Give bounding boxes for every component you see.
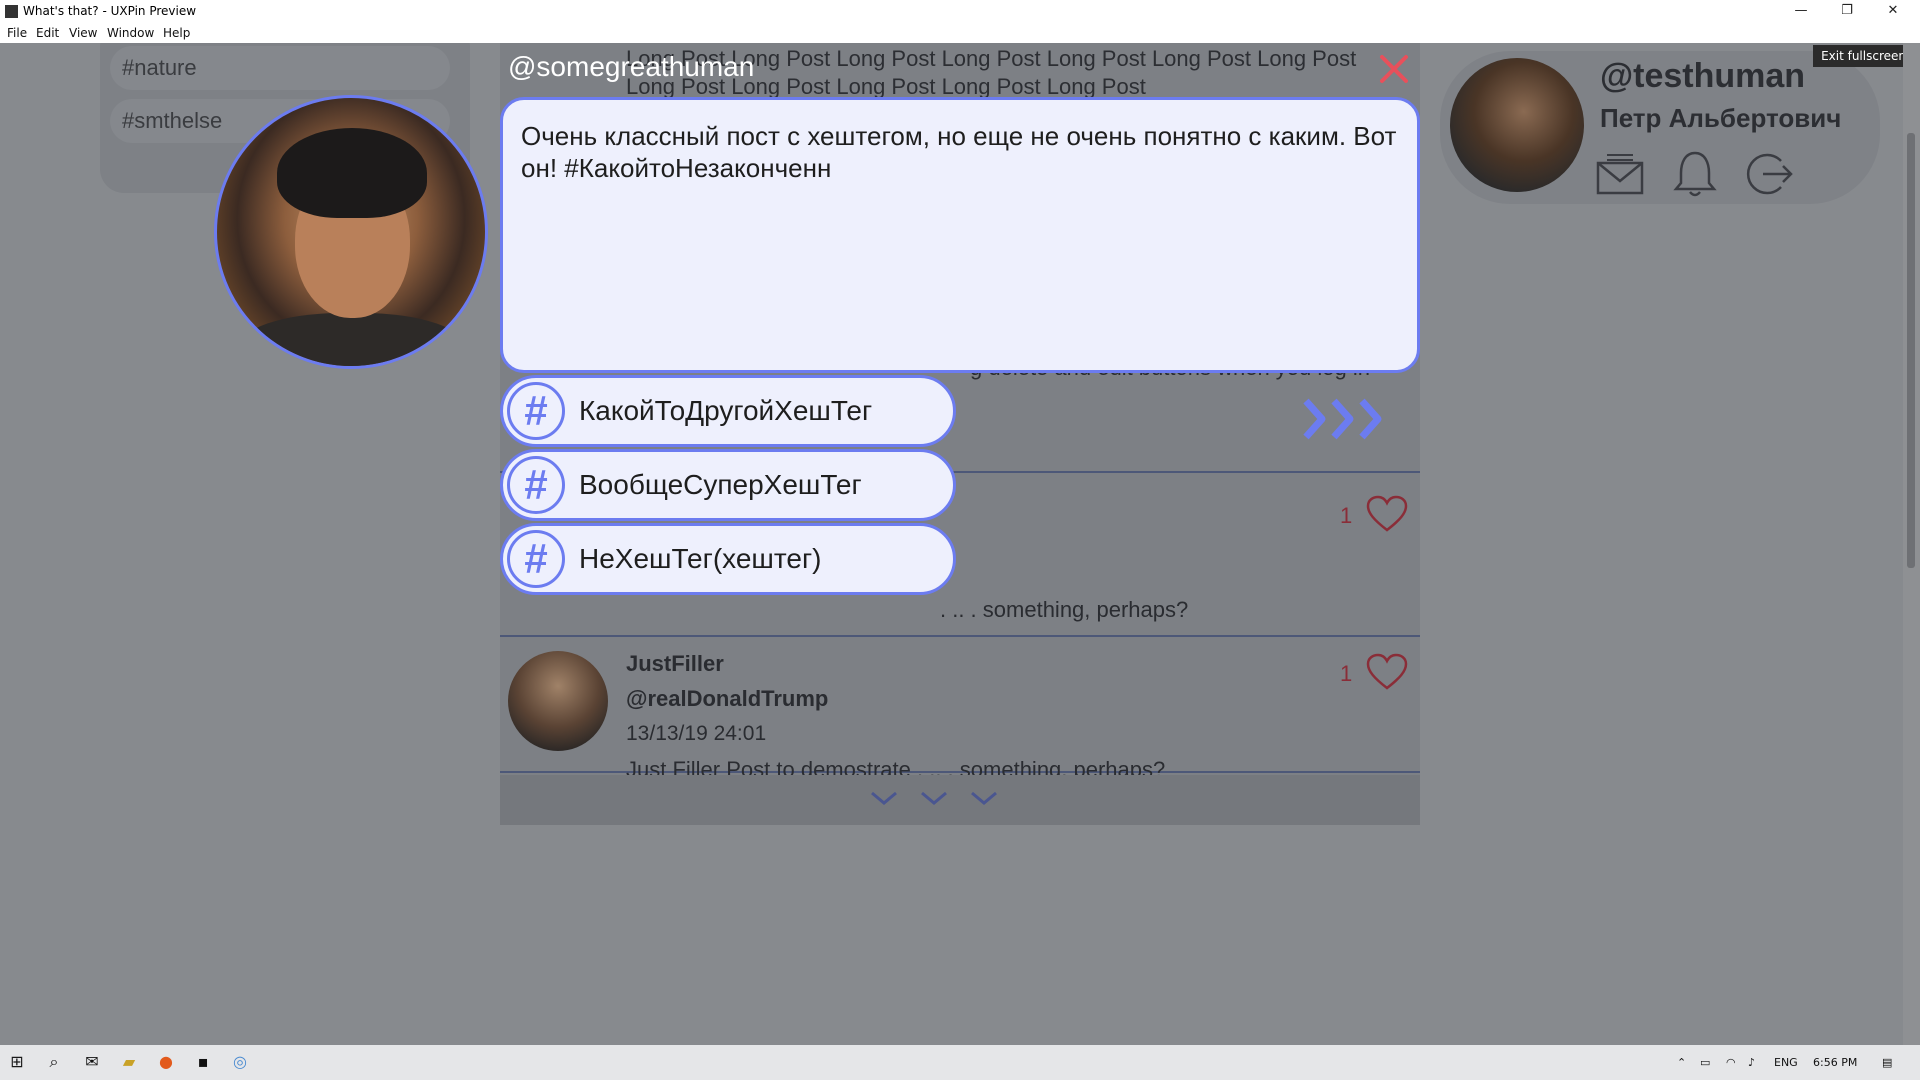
profile-name: Петр Альбертович	[1600, 103, 1842, 133]
send-chevrons-icon[interactable]	[1300, 395, 1396, 443]
menu-help[interactable]: Help	[163, 26, 190, 40]
compose-avatar	[214, 95, 488, 369]
load-more-bar[interactable]	[500, 775, 1420, 825]
notifications-icon[interactable]: ▤	[1882, 1056, 1892, 1069]
tag-chip-nature[interactable]: #nature	[110, 46, 450, 90]
profile-handle: @testhuman	[1600, 57, 1806, 95]
hashtag-suggestion[interactable]: # ВообщеСуперХешТег	[500, 449, 956, 521]
tray-chevron-icon[interactable]: ⌃	[1677, 1056, 1686, 1069]
menu-view[interactable]: View	[69, 26, 97, 40]
window-title: What's that? - UXPin Preview	[23, 4, 197, 18]
profile-card: @testhuman Петр Альбертович	[1440, 51, 1880, 204]
taskbar: ⊞ ⌕ ✉ ▰ ● ▪ ◎ ⌃ ▭ ◠ ♪ ENG 6:56 PM ▤	[0, 1045, 1920, 1080]
heart-icon[interactable]	[1366, 653, 1408, 691]
title-bar: What's that? - UXPin Preview — ❐ ✕	[0, 0, 1920, 23]
logout-icon[interactable]	[1745, 149, 1795, 199]
search-icon[interactable]: ⌕	[43, 1051, 65, 1073]
preview-viewport: #nature #smthelse @testhuman Петр Альбер…	[0, 43, 1920, 1045]
mail-app-icon[interactable]: ✉	[81, 1051, 103, 1073]
uxpin-icon[interactable]: ◎	[229, 1051, 251, 1073]
firefox-icon[interactable]: ●	[155, 1051, 177, 1073]
menu-edit[interactable]: Edit	[36, 26, 59, 40]
heart-icon[interactable]	[1366, 495, 1408, 533]
mail-icon[interactable]	[1595, 149, 1645, 199]
battery-icon[interactable]: ▭	[1700, 1056, 1710, 1069]
hashtag-icon: #	[507, 456, 565, 514]
language-indicator[interactable]: ENG	[1774, 1056, 1798, 1069]
close-icon[interactable]	[1378, 53, 1410, 85]
start-icon[interactable]: ⊞	[6, 1051, 28, 1073]
feed-post: JustFiller @realDonaldTrump 13/13/19 24:…	[500, 637, 1420, 782]
clock[interactable]: 6:56 PM	[1813, 1056, 1857, 1069]
hashtag-suggestion[interactable]: # НеХешТег(хештег)	[500, 523, 956, 595]
terminal-icon[interactable]: ▪	[192, 1051, 214, 1073]
like-count: 1	[1340, 661, 1353, 686]
post-date: 13/13/19 24:01	[626, 722, 767, 745]
post-body: . .. . something, perhaps?	[940, 597, 1189, 622]
menu-file[interactable]: File	[7, 26, 27, 40]
post-handle[interactable]: @realDonaldTrump	[626, 686, 828, 712]
volume-icon[interactable]: ♪	[1748, 1056, 1755, 1069]
scrollbar-thumb[interactable]	[1907, 133, 1915, 568]
post-author[interactable]: JustFiller	[626, 651, 724, 677]
scrollbar[interactable]	[1903, 43, 1920, 1045]
profile-avatar[interactable]	[1450, 58, 1584, 192]
hashtag-suggestion[interactable]: # КакойТоДругойХешТег	[500, 375, 956, 447]
hashtag-suggestion-label: НеХешТег(хештег)	[579, 543, 822, 574]
minimize-button[interactable]: —	[1778, 0, 1824, 23]
post-textarea[interactable]: Очень классный пост с хештегом, но еще н…	[500, 97, 1420, 373]
bell-icon[interactable]	[1670, 149, 1720, 199]
wifi-icon[interactable]: ◠	[1726, 1056, 1736, 1069]
post-avatar[interactable]	[508, 651, 608, 751]
menu-window[interactable]: Window	[107, 26, 154, 40]
chevrons-down-icon[interactable]	[868, 787, 1048, 811]
app-icon	[5, 5, 18, 18]
exit-fullscreen-button[interactable]: Exit fullscreen	[1813, 45, 1914, 67]
file-explorer-icon[interactable]: ▰	[118, 1051, 140, 1073]
hashtag-icon: #	[507, 382, 565, 440]
hashtag-suggestion-label: КакойТоДругойХешТег	[579, 395, 873, 426]
hashtag-suggestion-label: ВообщеСуперХешТег	[579, 469, 862, 500]
restore-button[interactable]: ❐	[1824, 0, 1870, 23]
compose-handle: @somegreathuman	[508, 51, 755, 82]
menu-bar: File Edit View Window Help	[0, 23, 1920, 43]
window-close-button[interactable]: ✕	[1870, 0, 1916, 23]
hashtag-icon: #	[507, 530, 565, 588]
like-count: 1	[1340, 503, 1353, 528]
